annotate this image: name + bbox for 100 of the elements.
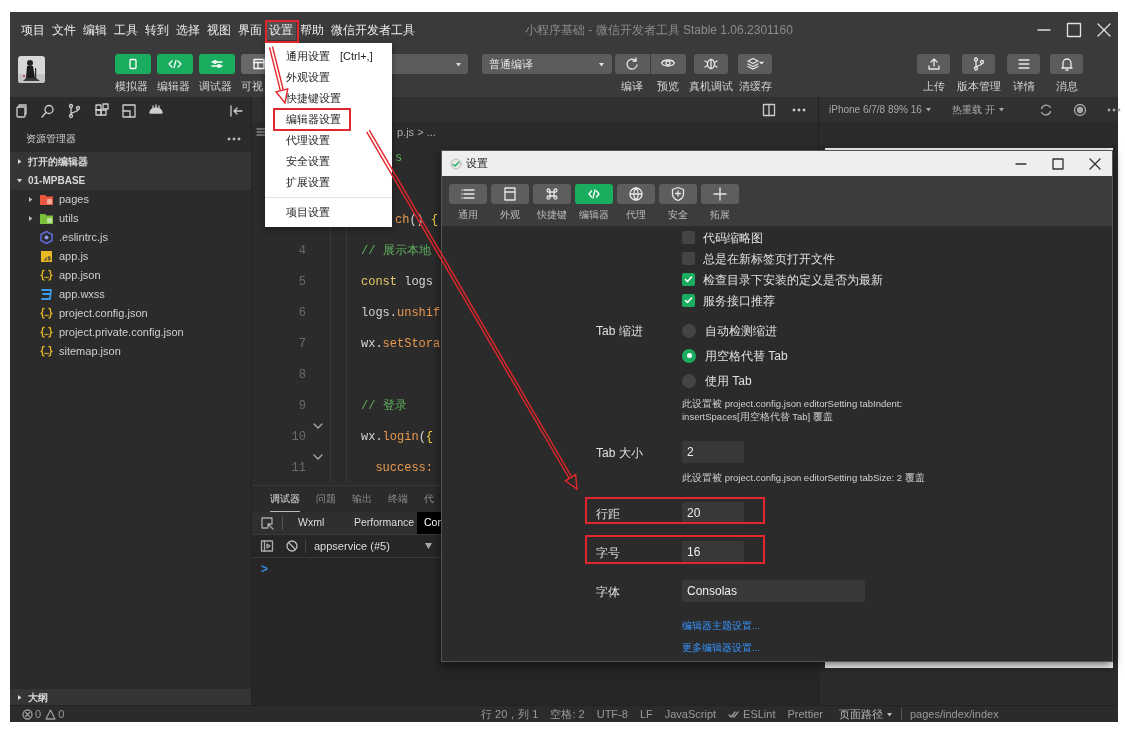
device-dropdown[interactable]: iPhone 6/7/8 89% 16 [829, 102, 932, 117]
panel-tab[interactable]: 代 [424, 486, 434, 512]
breadcrumb[interactable]: p.js > ... [397, 123, 436, 141]
compile-mode-dropdown[interactable]: 普通编译 [482, 54, 612, 74]
menu-option[interactable]: 安全设置 [286, 153, 330, 170]
menu-option[interactable]: 通用设置 [Ctrl+,] [286, 48, 373, 65]
panel-tab[interactable]: 终端 [388, 486, 408, 512]
file-name[interactable]: app.json [59, 267, 101, 284]
settings-tab[interactable] [701, 184, 739, 204]
status-item[interactable]: LF [639, 705, 653, 723]
font-family-field[interactable]: Consolas [682, 580, 865, 602]
context-dropdown[interactable]: appservice (#5) [314, 537, 432, 555]
page-path[interactable]: pages/index/index [909, 705, 999, 723]
status-item[interactable]: 空格: 2 [550, 705, 585, 723]
devtools-tab[interactable]: Performance [347, 512, 417, 534]
toolbar-button[interactable] [650, 54, 686, 74]
tree-section[interactable]: 打开的编辑器 [10, 152, 251, 171]
settings-tab[interactable] [575, 184, 613, 204]
toolbar-button[interactable] [1050, 54, 1083, 74]
line-height-field[interactable]: 20 [682, 502, 744, 524]
status-item[interactable]: 行 20，列 1 [481, 705, 539, 723]
toolbar-button[interactable] [738, 54, 772, 74]
close-icon[interactable] [1088, 156, 1102, 171]
file-name[interactable]: project.private.config.json [59, 324, 184, 341]
radio-button[interactable] [682, 348, 696, 363]
record-icon[interactable] [1072, 102, 1087, 117]
menu-item[interactable]: 项目 [17, 19, 48, 40]
inspect-icon[interactable] [260, 516, 274, 530]
settings-tab[interactable] [449, 184, 487, 204]
menu-option[interactable]: 编辑器设置 [286, 111, 341, 128]
checkbox[interactable] [682, 252, 695, 265]
settings-tab[interactable] [659, 184, 697, 204]
status-item[interactable]: Prettier [787, 705, 823, 723]
menu-item[interactable]: 界面 [234, 19, 265, 40]
panel-tab[interactable]: 输出 [352, 486, 372, 512]
status-item[interactable]: JavaScript [664, 705, 717, 723]
split-icon[interactable] [762, 102, 776, 117]
chevron-icon[interactable] [313, 453, 323, 460]
menu-item[interactable]: 帮助 [296, 19, 327, 40]
refresh-icon[interactable] [1038, 102, 1053, 117]
chevron-icon[interactable] [313, 422, 323, 429]
settings-tab[interactable] [617, 184, 655, 204]
menu-option[interactable]: 代理设置 [286, 132, 330, 149]
checkbox[interactable] [682, 231, 695, 244]
toolbar-button[interactable] [917, 54, 950, 74]
menu-item[interactable]: 编辑 [79, 19, 110, 40]
checkbox[interactable] [682, 273, 695, 286]
radio-button[interactable] [682, 323, 696, 338]
toolbar-button[interactable] [962, 54, 995, 74]
panel-icon[interactable] [121, 103, 137, 119]
tab-size-field[interactable]: 2 [682, 441, 744, 463]
font-size-field[interactable]: 16 [682, 541, 744, 563]
menu-option[interactable]: 扩展设置 [286, 174, 330, 191]
files-icon[interactable] [13, 103, 29, 119]
toolbar-button[interactable] [614, 54, 650, 74]
file-name[interactable]: project.config.json [59, 305, 148, 322]
warning-icon[interactable] [45, 708, 57, 720]
file-name[interactable]: .eslintrc.js [59, 229, 108, 246]
settings-tab[interactable] [533, 184, 571, 204]
settings-tab[interactable] [491, 184, 529, 204]
sidebar-toggle-icon[interactable] [260, 539, 274, 553]
page-path-dropdown[interactable]: 页面路径 [838, 705, 893, 723]
toolbar-button[interactable] [694, 54, 728, 74]
more-icon[interactable] [1106, 106, 1121, 113]
settings-link[interactable]: 编辑器主题设置... [682, 619, 760, 634]
file-name[interactable]: app.js [59, 248, 89, 265]
tree-section[interactable]: 大纲 [10, 689, 251, 705]
branch-icon[interactable] [67, 103, 83, 119]
menu-item[interactable]: 文件 [48, 19, 79, 40]
maximize-icon[interactable] [1051, 156, 1065, 171]
toolbar-button[interactable] [1007, 54, 1040, 74]
checkbox[interactable] [682, 294, 695, 307]
search-icon[interactable] [40, 103, 56, 119]
menu-item[interactable]: 微信开发者工具 [327, 19, 418, 40]
menu-option[interactable]: 快捷键设置 [286, 90, 341, 107]
mode-button[interactable] [199, 54, 235, 74]
devtools-tab[interactable]: Wxml [291, 512, 347, 534]
hot-reload-dropdown[interactable]: 热重载 开 [951, 102, 1005, 117]
block-icon[interactable] [285, 539, 299, 553]
menu-item[interactable]: 转到 [141, 19, 172, 40]
radio-button[interactable] [682, 373, 696, 388]
collapse-icon[interactable] [228, 103, 244, 119]
tree-section[interactable]: 01-MPBASE [10, 171, 251, 190]
file-name[interactable]: utils [59, 210, 79, 227]
menu-option[interactable]: 外观设置 [286, 69, 330, 86]
more-icon[interactable] [227, 135, 241, 142]
menu-item[interactable]: 选择 [172, 19, 203, 40]
status-item[interactable]: UTF-8 [596, 705, 628, 723]
settings-link[interactable]: 更多编辑器设置... [682, 641, 760, 656]
file-name[interactable]: app.wxss [59, 286, 105, 303]
status-item[interactable]: ESLint [743, 705, 776, 723]
menu-option[interactable]: 项目设置 [286, 204, 330, 221]
blocks-icon[interactable] [94, 103, 110, 119]
file-name[interactable]: pages [59, 191, 89, 208]
console-prompt[interactable]: > [261, 560, 268, 578]
panel-tab[interactable]: 问题 [316, 486, 336, 512]
menu-item[interactable]: 视图 [203, 19, 234, 40]
more-icon[interactable] [792, 106, 806, 113]
menu-item[interactable]: 工具 [110, 19, 141, 40]
file-name[interactable]: sitemap.json [59, 343, 121, 360]
